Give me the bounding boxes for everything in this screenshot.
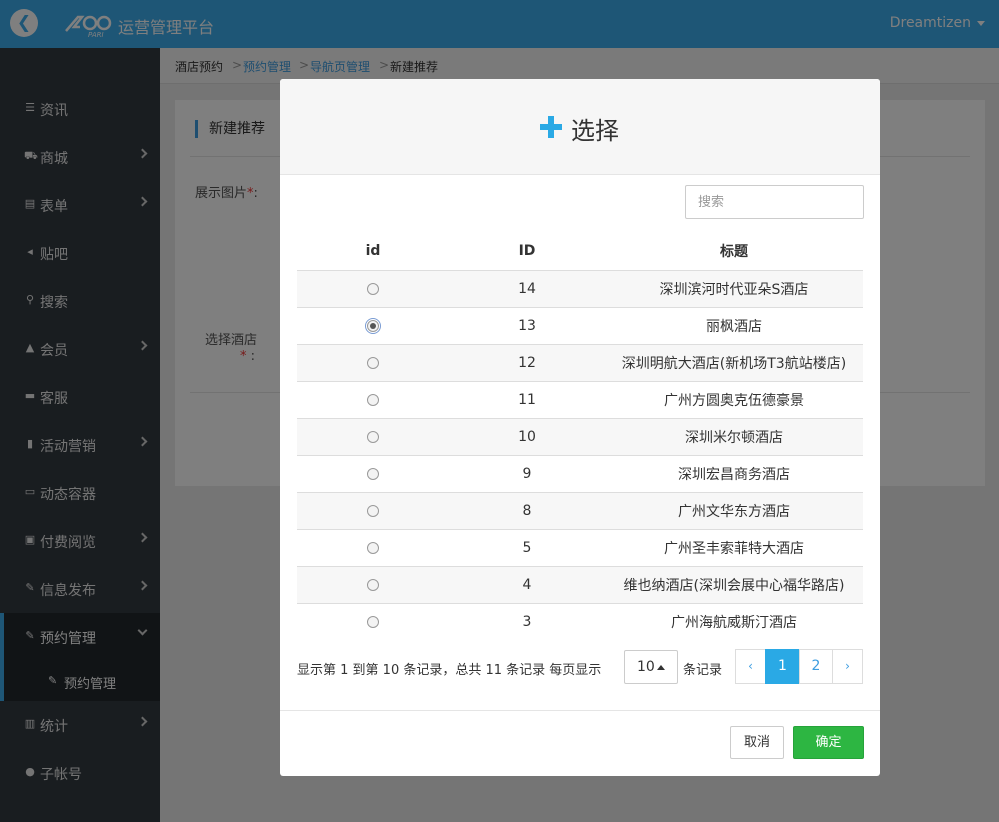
table-row[interactable]: 10 深圳米尔顿酒店: [297, 417, 863, 455]
row-id: 12: [449, 343, 605, 381]
caret-up-icon: [657, 665, 665, 670]
row-id: 4: [449, 565, 605, 603]
row-radio-cell: [297, 528, 449, 566]
row-radio-cell: [297, 269, 449, 307]
page-2-button[interactable]: 2: [799, 649, 833, 684]
cancel-button[interactable]: 取消: [730, 726, 784, 759]
row-radio[interactable]: [367, 282, 379, 295]
prev-page-button[interactable]: ‹: [735, 649, 766, 684]
row-radio-cell: [297, 306, 449, 344]
next-page-button[interactable]: ›: [832, 649, 863, 684]
row-title: 深圳明航大酒店(新机场T3航站楼店): [605, 343, 863, 381]
row-id: 11: [449, 380, 605, 418]
row-title: 深圳滨河时代亚朵S酒店: [605, 269, 863, 307]
row-id: 3: [449, 602, 605, 640]
modal-title: 选择: [571, 117, 619, 145]
divider: [280, 710, 880, 711]
row-title: 丽枫酒店: [605, 306, 863, 344]
row-title: 广州海航威斯汀酒店: [605, 602, 863, 640]
column-header-radio: id: [297, 232, 449, 271]
row-radio-cell: [297, 417, 449, 455]
row-title: 深圳宏昌商务酒店: [605, 454, 863, 492]
row-title: 广州圣丰索菲特大酒店: [605, 528, 863, 566]
row-radio[interactable]: [367, 541, 379, 554]
table-row[interactable]: 14 深圳滨河时代亚朵S酒店: [297, 269, 863, 307]
row-id: 14: [449, 269, 605, 307]
row-id: 9: [449, 454, 605, 492]
table-row[interactable]: 12 深圳明航大酒店(新机场T3航站楼店): [297, 343, 863, 381]
row-radio-cell: [297, 491, 449, 529]
column-header-title: 标题: [605, 232, 863, 271]
pagination-info: 显示第 1 到第 10 条记录，总共 11 条记录 每页显示: [297, 663, 602, 678]
row-radio-cell: [297, 380, 449, 418]
row-radio-cell: [297, 454, 449, 492]
row-id: 8: [449, 491, 605, 529]
pagination-suffix: 条记录: [683, 663, 723, 678]
search-input[interactable]: [685, 185, 864, 219]
row-radio-cell: [297, 343, 449, 381]
table-row[interactable]: 5 广州圣丰索菲特大酒店: [297, 528, 863, 566]
row-radio[interactable]: [367, 356, 379, 369]
table-header-row: id ID 标题: [297, 232, 863, 271]
row-id: 13: [449, 306, 605, 344]
table-row[interactable]: 9 深圳宏昌商务酒店: [297, 454, 863, 492]
row-radio[interactable]: [367, 430, 379, 443]
row-id: 5: [449, 528, 605, 566]
row-radio[interactable]: [367, 615, 379, 628]
page-size-value: 10: [637, 659, 655, 675]
page-size-select[interactable]: 10: [624, 650, 678, 684]
row-id: 10: [449, 417, 605, 455]
plus-icon: [540, 116, 562, 138]
row-radio[interactable]: [367, 467, 379, 480]
row-radio[interactable]: [365, 317, 381, 334]
table-row[interactable]: 13 丽枫酒店: [297, 306, 863, 344]
page-1-button[interactable]: 1: [765, 649, 800, 684]
table-row[interactable]: 3 广州海航威斯汀酒店: [297, 602, 863, 640]
row-title: 深圳米尔顿酒店: [605, 417, 863, 455]
row-title: 维也纳酒店(深圳会展中心福华路店): [605, 565, 863, 603]
modal-header: 选择: [280, 79, 880, 175]
table-row[interactable]: 4 维也纳酒店(深圳会展中心福华路店): [297, 565, 863, 603]
row-title: 广州方圆奥克伍德豪景: [605, 380, 863, 418]
select-modal: 选择 id ID 标题 14深圳滨河时代亚朵S酒店13丽枫酒店12深圳明航大酒店…: [280, 79, 880, 776]
confirm-button[interactable]: 确定: [793, 726, 864, 759]
row-radio[interactable]: [367, 504, 379, 517]
row-radio-cell: [297, 565, 449, 603]
row-radio-cell: [297, 602, 449, 640]
table-row[interactable]: 8 广州文华东方酒店: [297, 491, 863, 529]
row-radio[interactable]: [367, 578, 379, 591]
row-radio[interactable]: [367, 393, 379, 406]
table-row[interactable]: 11 广州方圆奥克伍德豪景: [297, 380, 863, 418]
hotel-table: id ID 标题 14 深圳滨河时代亚朵S酒店 13 丽枫酒店 12 深圳明航大酒店(新机…: [297, 232, 863, 640]
row-title: 广州文华东方酒店: [605, 491, 863, 529]
column-header-id: ID: [449, 232, 605, 271]
